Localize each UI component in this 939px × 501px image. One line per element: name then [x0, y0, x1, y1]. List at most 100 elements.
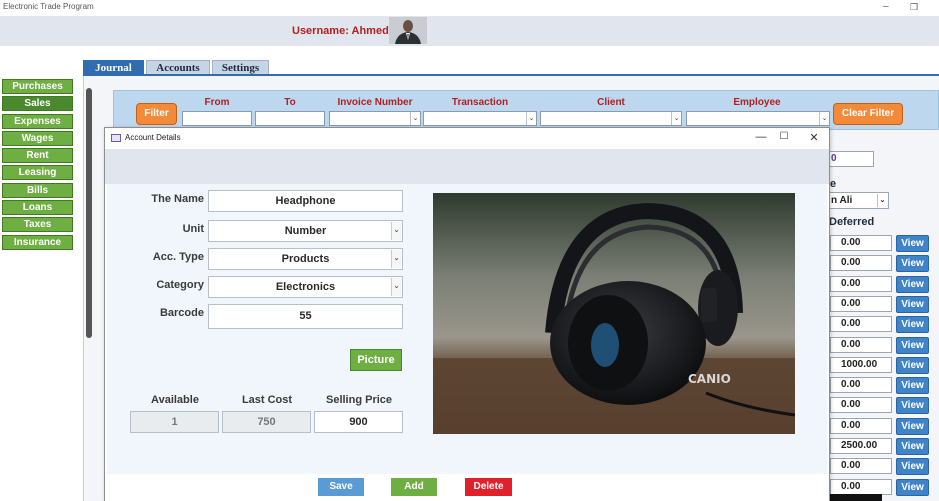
sidebar-item-wages[interactable]: Wages	[2, 130, 73, 146]
chevron-down-icon: ⌄	[391, 250, 401, 268]
product-photo: CANIO	[433, 193, 795, 434]
deferred-value-field[interactable]: 0.00	[830, 397, 892, 413]
employee-value: n Ali	[831, 195, 853, 206]
sidebar-item-taxes[interactable]: Taxes	[2, 217, 73, 233]
name-field[interactable]: Headphone	[208, 190, 403, 212]
client-label: Client	[597, 97, 625, 108]
acc-type-label: Acc. Type	[152, 251, 204, 263]
window-title: Electronic Trade Program	[3, 2, 94, 11]
add-button[interactable]: Add	[391, 478, 437, 496]
view-button[interactable]: View	[896, 255, 929, 272]
view-button[interactable]: View	[896, 276, 929, 293]
view-button[interactable]: View	[896, 296, 929, 313]
tab-journal[interactable]: Journal	[83, 60, 144, 75]
view-button[interactable]: View	[896, 397, 929, 414]
chevron-down-icon: ⌄	[671, 112, 681, 125]
category-select[interactable]: Electronics ⌄	[208, 276, 403, 298]
tab-settings[interactable]: Settings	[212, 60, 269, 75]
selling-price-value: 900	[349, 416, 368, 428]
last-cost-label: Last Cost	[241, 394, 293, 406]
headphone-logo: CANIO	[688, 372, 731, 386]
chevron-down-icon: ⌄	[877, 194, 887, 207]
deferred-value-field[interactable]: 1000.00	[830, 357, 892, 373]
deferred-value-field[interactable]: 0.00	[830, 235, 892, 251]
dialog-maximize-button[interactable]: ☐	[777, 131, 791, 142]
employee-select[interactable]: ⌄	[686, 111, 830, 126]
filter-button[interactable]: Filter	[136, 103, 177, 125]
deferred-value-field[interactable]: 0.00	[830, 458, 892, 474]
deferred-value-field[interactable]: 0.00	[830, 296, 892, 312]
available-label: Available	[151, 394, 199, 406]
unit-value: Number	[284, 225, 327, 237]
vertical-scrollbar[interactable]	[86, 88, 92, 338]
minimize-button[interactable]: –	[883, 1, 889, 13]
tab-accounts[interactable]: Accounts	[146, 60, 210, 75]
sidebar-nav: Purchases Sales Expenses Wages Rent Leas…	[2, 79, 74, 252]
view-button[interactable]: View	[896, 337, 929, 354]
dialog-header-strip	[105, 149, 829, 184]
chevron-down-icon: ⌄	[391, 278, 401, 296]
unit-label: Unit	[182, 223, 204, 235]
unit-select[interactable]: Number ⌄	[208, 220, 403, 242]
dialog-close-button[interactable]: ✕	[807, 131, 821, 144]
deferred-value-field[interactable]: 0.00	[830, 316, 892, 332]
clear-filter-button[interactable]: Clear Filter	[833, 103, 903, 125]
view-button[interactable]: View	[896, 438, 929, 455]
deferred-value-field[interactable]: 0.00	[830, 418, 892, 434]
dialog-minimize-button[interactable]: —	[754, 131, 768, 143]
invoice-number-label: Invoice Number	[337, 97, 413, 108]
deferred-header: Deferred	[829, 216, 875, 228]
invoice-number-select[interactable]: ⌄	[329, 111, 421, 126]
window-titlebar: Electronic Trade Program – ❐	[0, 0, 939, 16]
view-button[interactable]: View	[896, 418, 929, 435]
save-button[interactable]: Save	[318, 478, 364, 496]
sidebar-item-purchases[interactable]: Purchases	[2, 79, 73, 94]
to-date-input[interactable]	[255, 111, 325, 126]
user-avatar	[389, 17, 427, 44]
sidebar-item-bills[interactable]: Bills	[2, 182, 73, 198]
client-select[interactable]: ⌄	[540, 111, 682, 126]
deferred-value-field[interactable]: 0.00	[830, 276, 892, 292]
name-label: The Name	[151, 193, 204, 205]
barcode-value: 55	[299, 310, 312, 322]
chevron-down-icon: ⌄	[410, 112, 420, 125]
deferred-value-field[interactable]: 0.00	[830, 255, 892, 271]
deferred-value-field[interactable]: 2500.00	[830, 438, 892, 454]
category-label: Category	[156, 279, 204, 291]
deferred-value-field[interactable]: 0.00	[830, 479, 892, 495]
selling-price-field[interactable]: 900	[314, 411, 403, 433]
picture-button[interactable]: Picture	[350, 349, 402, 371]
view-button[interactable]: View	[896, 377, 929, 394]
view-button[interactable]: View	[896, 479, 929, 496]
sidebar-item-sales[interactable]: Sales	[2, 96, 73, 112]
sidebar-item-leasing[interactable]: Leasing	[2, 165, 73, 181]
to-label: To	[284, 97, 296, 108]
delete-button[interactable]: Delete	[465, 478, 512, 496]
view-button[interactable]: View	[896, 458, 929, 475]
acc-type-select[interactable]: Products ⌄	[208, 248, 403, 270]
dialog-titlebar: Account Details — ☐ ✕	[105, 128, 829, 149]
view-button[interactable]: View	[896, 357, 929, 374]
from-date-input[interactable]	[182, 111, 252, 126]
username-label: Username: Ahmed	[292, 25, 389, 37]
dialog-title: Account Details	[125, 133, 181, 142]
sidebar-item-loans[interactable]: Loans	[2, 200, 73, 216]
deferred-value-field[interactable]: 0.00	[830, 377, 892, 393]
sidebar-item-expenses[interactable]: Expenses	[2, 113, 73, 129]
employee-value-select[interactable]: n Ali ⌄	[828, 192, 889, 209]
barcode-field[interactable]: 55	[208, 304, 403, 329]
restore-button[interactable]: ❐	[910, 1, 918, 13]
record-number-value: 0	[831, 153, 837, 164]
chevron-down-icon: ⌄	[819, 112, 829, 125]
record-number-field[interactable]: 0	[828, 151, 874, 167]
view-button[interactable]: View	[896, 316, 929, 333]
last-cost-field: 750	[222, 411, 311, 433]
deferred-value-field[interactable]: 0.00	[830, 337, 892, 353]
sidebar-item-insurance[interactable]: Insurance	[2, 234, 73, 250]
transaction-select[interactable]: ⌄	[423, 111, 537, 126]
sidebar-item-rent[interactable]: Rent	[2, 148, 73, 164]
acc-type-value: Products	[281, 253, 330, 265]
view-button[interactable]: View	[896, 235, 929, 252]
chevron-down-icon: ⌄	[526, 112, 536, 125]
barcode-label: Barcode	[159, 307, 204, 319]
